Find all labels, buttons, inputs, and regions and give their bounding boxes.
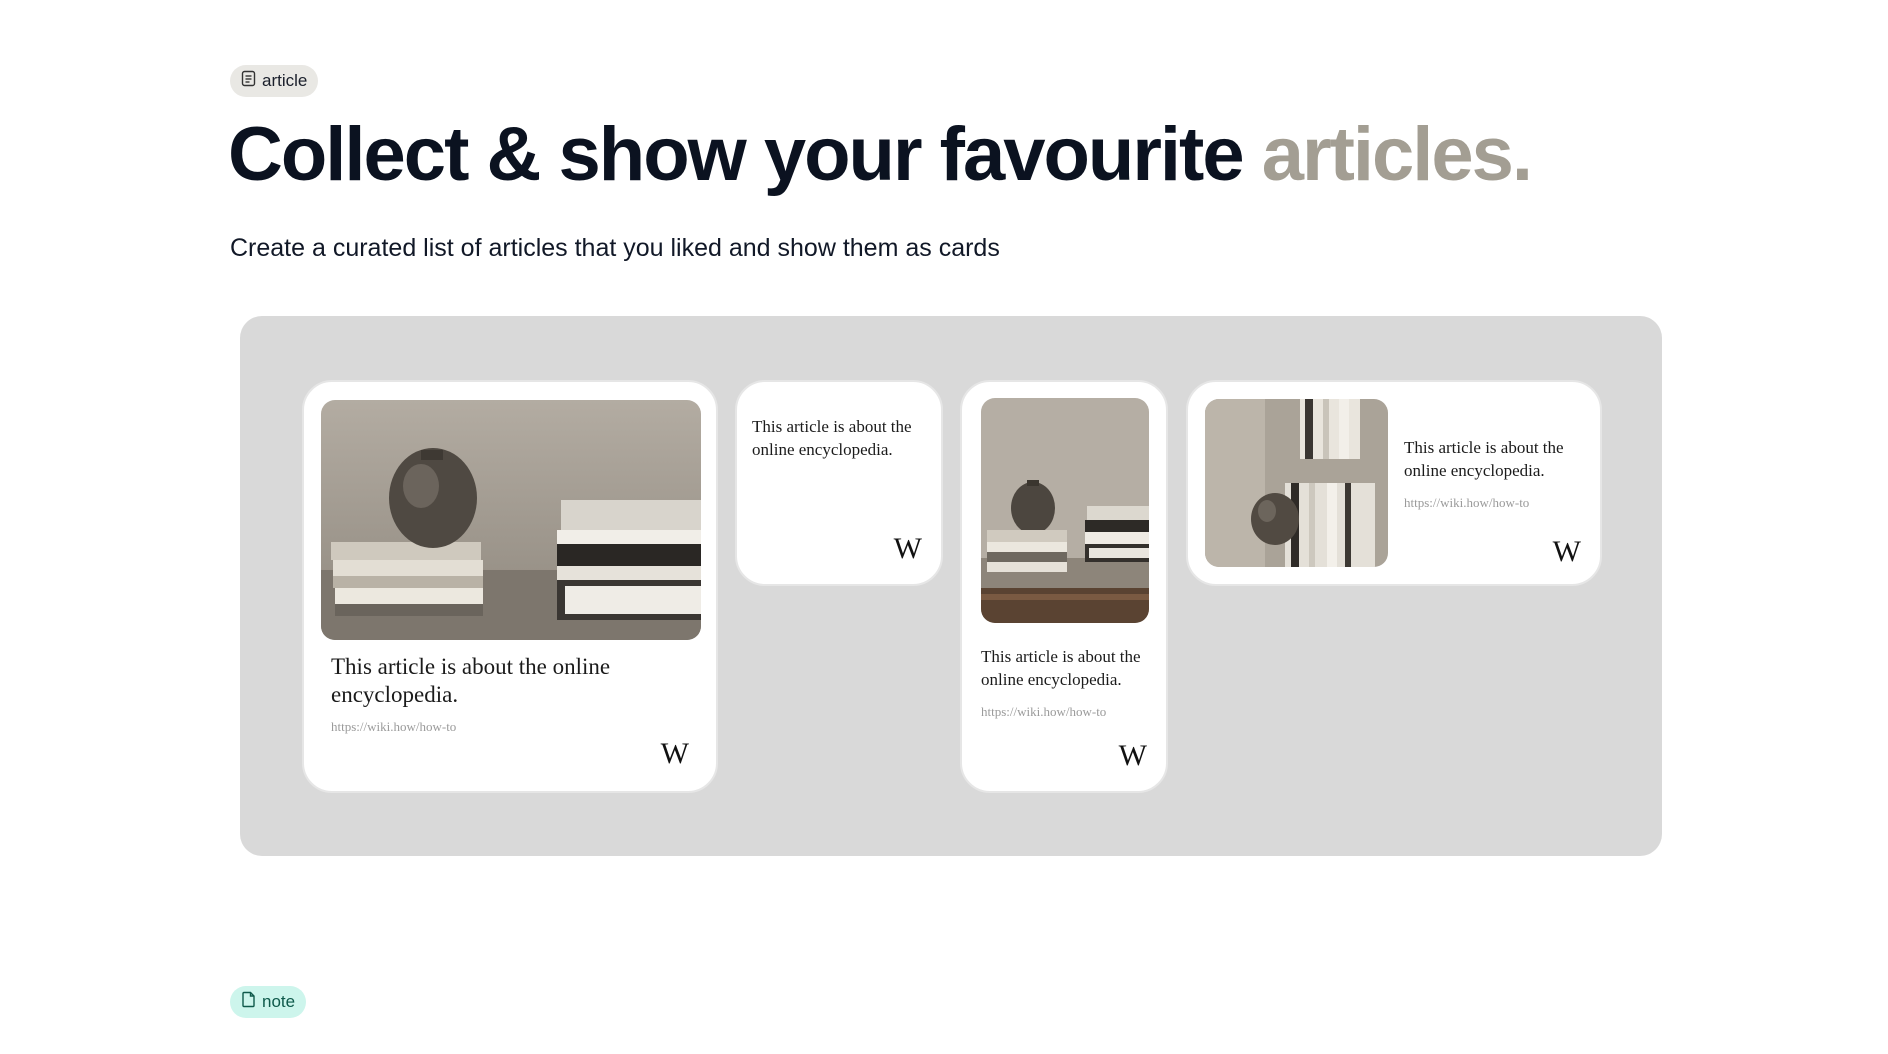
article-tag: article <box>230 65 319 97</box>
page-title-main: Collect & show your favourite <box>228 112 1262 197</box>
article-card-large[interactable]: This article is about the online encyclo… <box>302 380 718 793</box>
wikipedia-w-icon: W <box>1118 739 1147 772</box>
document-icon <box>241 991 256 1013</box>
article-card-tall[interactable]: This article is about the online encyclo… <box>960 380 1168 793</box>
article-tag-label: article <box>262 71 308 90</box>
document-lines-icon <box>241 70 256 92</box>
card-title: This article is about the online encyclo… <box>331 654 611 708</box>
article-card-small[interactable]: This article is about the online encyclo… <box>735 380 943 586</box>
card-url[interactable]: https://wiki.how/how-to <box>331 719 456 735</box>
card-image-vase-books <box>321 400 701 640</box>
wikipedia-w-icon: W <box>893 532 922 565</box>
card-url[interactable]: https://wiki.how/how-to <box>1404 495 1529 511</box>
card-title: This article is about the online encyclo… <box>1404 438 1564 480</box>
card-image-vase-books <box>1205 399 1388 567</box>
card-image-vase-books <box>981 398 1149 623</box>
card-title: This article is about the online encyclo… <box>752 417 912 459</box>
article-card-wide[interactable]: This article is about the online encyclo… <box>1186 380 1602 586</box>
card-url[interactable]: https://wiki.how/how-to <box>981 704 1106 720</box>
note-tag: note <box>230 986 307 1018</box>
card-title: This article is about the online encyclo… <box>981 647 1141 689</box>
wikipedia-w-icon: W <box>660 737 689 770</box>
page-title-accent: articles. <box>1261 112 1533 197</box>
wikipedia-w-icon: W <box>1552 535 1581 568</box>
page-title: Collect & show your favourite articles. <box>228 112 1533 197</box>
page-subtitle: Create a curated list of articles that y… <box>230 234 1000 262</box>
note-tag-label: note <box>262 992 296 1011</box>
